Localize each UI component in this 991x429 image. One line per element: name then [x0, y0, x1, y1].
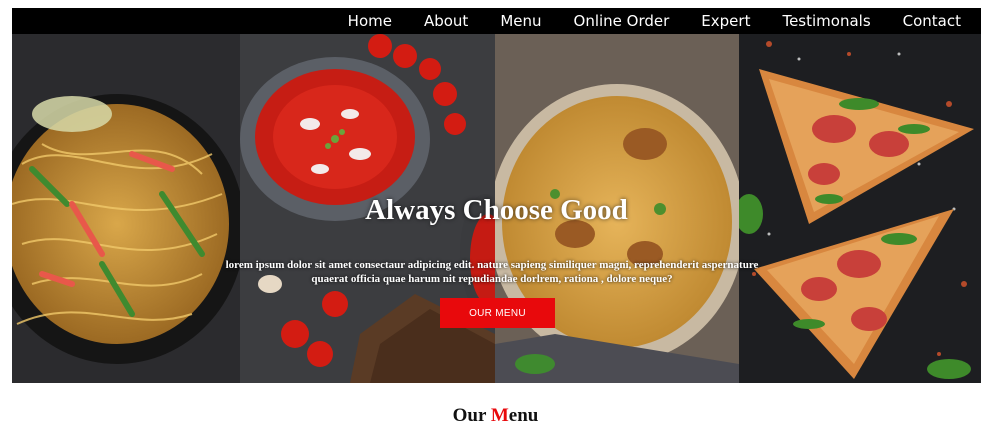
nav-contact-link[interactable]: Contact	[887, 8, 977, 34]
section-title-rest: enu	[508, 405, 539, 426]
nav-about-link[interactable]: About	[408, 8, 484, 34]
nav-menu-link[interactable]: Menu	[484, 8, 557, 34]
nav-home-link[interactable]: Home	[332, 8, 408, 34]
top-navigation-bar: Home About Menu Online Order Expert Test…	[12, 8, 981, 34]
nav-expert-link[interactable]: Expert	[685, 8, 766, 34]
hero-banner: Always Choose Good lorem ipsum dolor sit…	[12, 34, 981, 383]
nav-testimonals-link[interactable]: Testimonals	[766, 8, 886, 34]
hero-headline: Always Choose Good	[365, 194, 628, 226]
section-title-first: Our	[452, 405, 491, 426]
section-title-accent: M	[490, 405, 509, 426]
our-menu-button[interactable]: OUR MENU	[440, 298, 555, 328]
section-title-our-menu: Our Menu	[0, 405, 991, 427]
main-nav: Home About Menu Online Order Expert Test…	[332, 8, 977, 34]
hero-subtext: lorem ipsum dolor sit amet consectaur ad…	[225, 259, 759, 285]
nav-online-order-link[interactable]: Online Order	[558, 8, 686, 34]
